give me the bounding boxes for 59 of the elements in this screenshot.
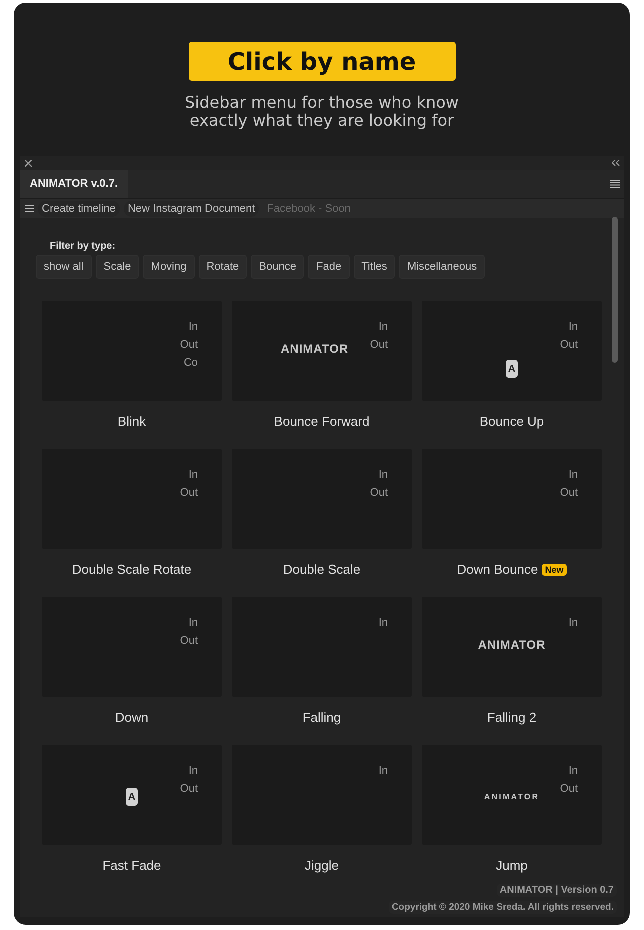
option-link[interactable]: In xyxy=(568,616,578,630)
collapse-icon[interactable] xyxy=(612,160,620,166)
animation-name: Down xyxy=(115,710,149,725)
key-glyph: A xyxy=(126,788,138,806)
logo-text: ANIMATOR xyxy=(281,342,349,356)
option-link[interactable]: In xyxy=(568,320,578,334)
option-link[interactable]: In xyxy=(188,616,198,630)
panel-tab[interactable]: ANIMATOR v.0.7. xyxy=(20,170,128,198)
scrollbar-thumb[interactable] xyxy=(612,217,618,363)
option-link[interactable]: In xyxy=(378,616,388,630)
option-link[interactable]: In xyxy=(188,764,198,778)
option-link[interactable]: Out xyxy=(370,486,388,500)
menu-icon[interactable] xyxy=(610,180,620,188)
filter-button[interactable]: Rotate xyxy=(198,255,248,279)
logo-text: ANIMATOR xyxy=(478,638,546,652)
animation-name: Double Scale xyxy=(283,562,361,577)
banner-title: Click by name xyxy=(188,42,456,81)
menu-icon[interactable] xyxy=(25,205,34,212)
toolbar-button[interactable]: New Instagram Document xyxy=(124,200,260,216)
key-glyph: A xyxy=(506,360,518,378)
animation-name: Falling xyxy=(302,710,342,725)
animation-name: Blink xyxy=(118,414,146,429)
animation-name: Double Scale Rotate xyxy=(72,562,192,577)
option-link[interactable]: In xyxy=(378,764,388,778)
animation-name: Falling 2 xyxy=(487,710,537,725)
animation-name: Down Bounce xyxy=(457,562,538,577)
option-link[interactable]: Out xyxy=(560,338,578,352)
filter-button[interactable]: Moving xyxy=(143,255,195,279)
option-link[interactable]: In xyxy=(378,320,388,334)
toolbar-button[interactable]: Create timeline xyxy=(38,200,120,216)
filter-button[interactable]: Fade xyxy=(308,255,350,279)
option-link[interactable]: Out xyxy=(180,486,198,500)
new-badge: New xyxy=(542,564,567,576)
animation-name: Bounce Forward xyxy=(274,414,370,429)
animation-name: Fast Fade xyxy=(102,858,162,873)
option-link[interactable]: In xyxy=(188,320,198,334)
banner-subtitle: Sidebar menu for those who know exactly what they are looking for xyxy=(185,94,459,130)
option-link[interactable]: In xyxy=(568,468,578,482)
filter-label: Filter by type: xyxy=(50,241,117,252)
option-link[interactable]: In xyxy=(188,468,198,482)
option-link[interactable]: Out xyxy=(560,486,578,500)
option-link[interactable]: Co xyxy=(184,356,198,370)
option-link[interactable]: Out xyxy=(180,782,198,796)
option-link[interactable]: In xyxy=(378,468,388,482)
filter-button[interactable]: show all xyxy=(36,255,92,279)
filter-button[interactable]: Titles xyxy=(354,255,396,279)
option-link[interactable]: Out xyxy=(180,634,198,648)
filter-button[interactable]: Miscellaneous xyxy=(399,255,486,279)
animation-name: Jump xyxy=(496,858,528,873)
option-link[interactable]: In xyxy=(568,764,578,778)
option-link[interactable]: Out xyxy=(370,338,388,352)
filter-button[interactable]: Bounce xyxy=(251,255,304,279)
logo-text: ANIMATOR xyxy=(484,792,540,802)
option-link[interactable]: Out xyxy=(560,782,578,796)
option-link[interactable]: Out xyxy=(180,338,198,352)
animation-name: Jiggle xyxy=(305,858,339,873)
close-icon[interactable] xyxy=(25,160,32,166)
animation-name: Bounce Up xyxy=(480,414,544,429)
filter-button[interactable]: Scale xyxy=(96,255,140,279)
